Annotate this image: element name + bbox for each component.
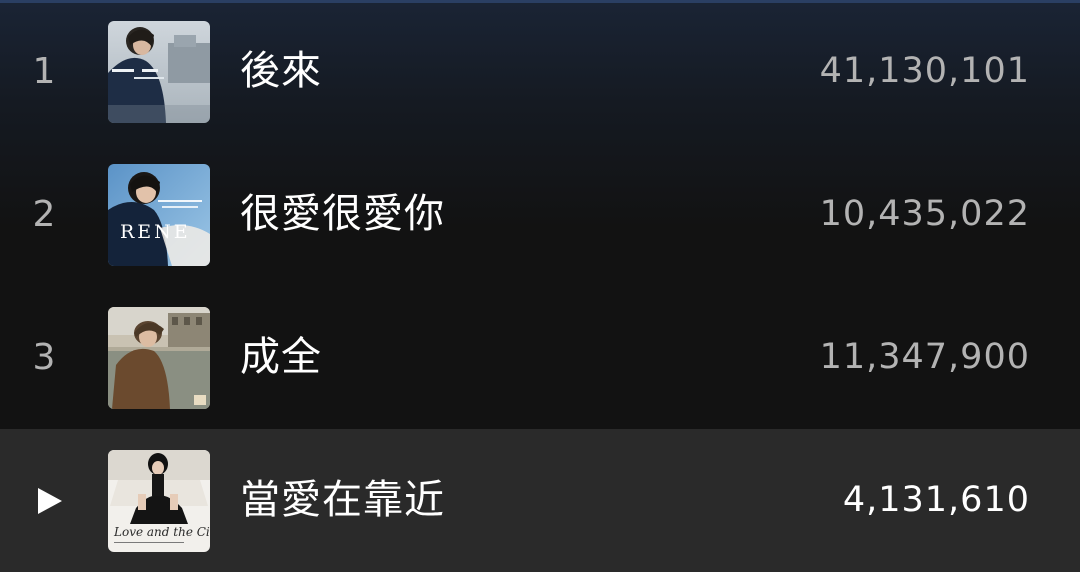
track-row[interactable]: 2 RENE 很愛很愛你 10,435,022: [0, 143, 1080, 286]
track-title: 後來: [240, 48, 322, 94]
track-row[interactable]: 1 後來 41,130,101: [0, 0, 1080, 143]
track-title: 成全: [240, 334, 322, 380]
play-icon[interactable]: [36, 487, 64, 515]
track-index: 1: [32, 51, 56, 92]
album-cover: [108, 21, 210, 123]
play-count: 11,347,900: [819, 337, 1030, 377]
track-title: 當愛在靠近: [240, 477, 445, 523]
track-row-active[interactable]: Love and the City 當愛在靠近 4,131,610: [0, 429, 1080, 572]
track-row[interactable]: 3 成全 11,347,900: [0, 286, 1080, 429]
track-title: 很愛很愛你: [240, 191, 445, 237]
play-count: 41,130,101: [819, 51, 1030, 91]
album-cover: Love and the City: [108, 450, 210, 552]
album-cover: [108, 307, 210, 409]
play-count: 10,435,022: [819, 194, 1030, 234]
track-list: 1 後來 41,130,101 2 RENE 很愛很愛你 10,435,022 …: [0, 0, 1080, 572]
album-cover: RENE: [108, 164, 210, 266]
track-index: 2: [32, 194, 56, 235]
track-index: 3: [32, 337, 56, 378]
cover-text: RENE: [120, 221, 191, 243]
play-count: 4,131,610: [842, 480, 1030, 520]
cover-text: Love and the City: [113, 525, 210, 539]
